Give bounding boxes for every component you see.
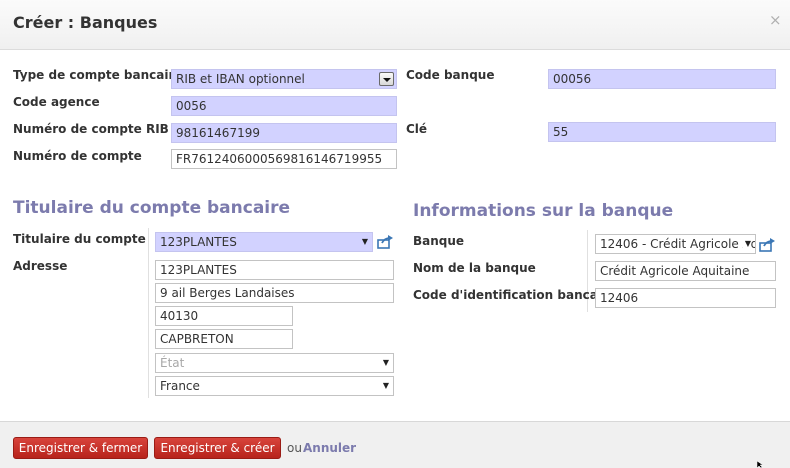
city-input[interactable]: CAPBRETON bbox=[155, 329, 293, 349]
bic-label: Code d'identification bancaire bbox=[413, 288, 616, 302]
adresse-label: Adresse bbox=[13, 259, 68, 273]
save-close-button[interactable]: Enregistrer & fermer bbox=[13, 437, 148, 459]
numero-rib-input[interactable]: 98161467199 bbox=[171, 123, 397, 143]
or-text: ou bbox=[287, 441, 302, 455]
code-banque-input[interactable]: 00056 bbox=[548, 69, 776, 89]
titulaire-select[interactable]: 123PLANTES ▼ bbox=[155, 232, 373, 252]
bic-input[interactable]: 12406 bbox=[595, 288, 776, 308]
state-placeholder: État bbox=[160, 356, 185, 370]
titulaire-label: Titulaire du compte bbox=[13, 232, 146, 246]
titulaire-value: 123PLANTES bbox=[160, 235, 237, 249]
type-compte-select[interactable]: RIB et IBAN optionnel bbox=[171, 69, 397, 89]
type-compte-label: Type de compte bancaire bbox=[13, 68, 183, 82]
street-input[interactable]: 9 ail Berges Landaises bbox=[155, 283, 394, 303]
numero-compte-label: Numéro de compte bbox=[13, 149, 142, 163]
external-link-icon[interactable] bbox=[759, 238, 775, 252]
chevron-down-icon: ▼ bbox=[361, 237, 368, 246]
cancel-link[interactable]: Annuler bbox=[303, 441, 356, 455]
titulaire-section-title: Titulaire du compte bancaire bbox=[13, 198, 291, 218]
zip-input[interactable]: 40130 bbox=[155, 306, 293, 326]
code-banque-label: Code banque bbox=[406, 68, 495, 82]
nom-banque-input[interactable]: Crédit Agricole Aquitaine bbox=[595, 261, 776, 281]
divider bbox=[148, 228, 149, 398]
chevron-down-icon: ▼ bbox=[382, 381, 389, 390]
numero-compte-input[interactable]: FR7612406000569816146719955 bbox=[171, 149, 397, 169]
mouse-cursor-icon bbox=[757, 461, 764, 468]
code-agence-label: Code agence bbox=[13, 95, 100, 109]
save-create-button[interactable]: Enregistrer & créer bbox=[154, 437, 281, 459]
external-link-icon[interactable] bbox=[377, 235, 393, 249]
close-icon[interactable]: × bbox=[769, 12, 782, 28]
banque-section-title: Informations sur la banque bbox=[413, 201, 674, 221]
banque-value: 12406 - Crédit Agricole Aq bbox=[600, 237, 756, 251]
country-value: France bbox=[160, 379, 200, 393]
cle-input[interactable]: 55 bbox=[548, 122, 776, 142]
cle-label: Clé bbox=[406, 122, 428, 136]
chevron-down-icon: ▼ bbox=[742, 235, 751, 253]
numero-rib-label: Numéro de compte RIB bbox=[13, 122, 169, 136]
dialog-title: Créer : Banques bbox=[13, 13, 158, 32]
code-agence-input[interactable]: 0056 bbox=[171, 96, 397, 116]
type-compte-value: RIB et IBAN optionnel bbox=[176, 72, 305, 86]
banque-label: Banque bbox=[413, 234, 465, 248]
chevron-down-icon: ▼ bbox=[382, 358, 389, 367]
chevron-down-icon bbox=[379, 72, 394, 86]
banque-select[interactable]: 12406 - Crédit Agricole Aq ▼ bbox=[595, 234, 756, 254]
nom-banque-label: Nom de la banque bbox=[413, 261, 536, 275]
country-select[interactable]: France ▼ bbox=[155, 376, 394, 396]
state-select[interactable]: État ▼ bbox=[155, 353, 394, 373]
adresse-name-input[interactable]: 123PLANTES bbox=[155, 260, 394, 280]
